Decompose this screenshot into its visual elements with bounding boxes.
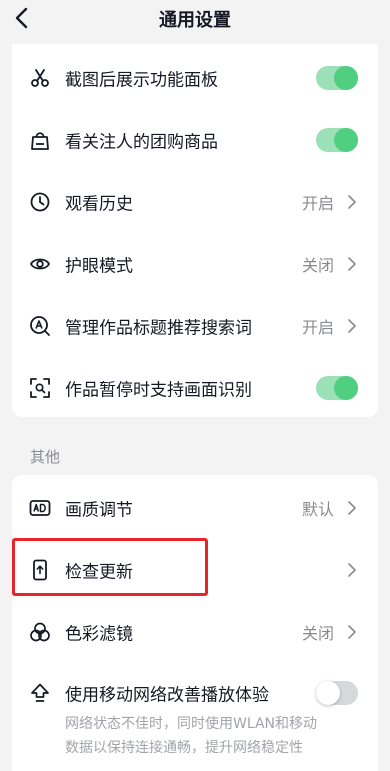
toggle-knob [334,128,358,152]
description-line: 数据以保持连接通畅，提升网络稳定性 [65,740,303,756]
setting-row-color-filter[interactable]: 色彩滤镜 关闭 [12,601,378,663]
setting-value: 开启 [301,194,334,213]
toggle-switch[interactable] [316,681,358,705]
chevron-right-icon [348,563,356,577]
network-description: 网络状态不佳时，同时使用WLAN和移动 数据以保持连接通畅，提升网络稳定性 [65,712,365,760]
nav-bar: 通用设置 [0,0,390,40]
toggle-knob [316,681,340,705]
setting-label: 护眼模式 [65,256,133,277]
toggle-knob [334,376,358,400]
chevron-right-icon [348,319,356,333]
setting-label: 截图后展示功能面板 [65,70,218,91]
setting-label: 画质调节 [65,500,133,521]
toggle-switch[interactable] [316,376,358,400]
toggle-switch[interactable] [316,66,358,90]
upload-arrow-icon [29,682,51,704]
setting-value: 开启 [301,318,334,337]
color-filter-icon [29,621,51,643]
setting-label: 色彩滤镜 [65,624,133,645]
setting-value: 默认 [301,500,334,519]
setting-row-video-quality[interactable]: 画质调节 默认 [12,477,378,539]
setting-value: 关闭 [301,624,334,643]
setting-row-group-buy[interactable]: 看关注人的团购商品 [12,109,378,171]
search-a-icon [29,315,51,337]
setting-row-search-terms[interactable]: 管理作品标题推荐搜索词 开启 [12,295,378,357]
setting-label: 检查更新 [65,562,133,583]
setting-row-screenshot-panel[interactable]: 截图后展示功能面板 [12,47,378,109]
setting-row-frame-recognition[interactable]: 作品暂停时支持画面识别 [12,357,378,419]
chevron-right-icon [348,257,356,271]
scissors-icon [29,67,51,89]
ad-icon [29,497,51,519]
scan-icon [29,377,51,399]
setting-label: 观看历史 [65,194,133,215]
eye-icon [29,253,51,275]
description-line: 网络状态不佳时，同时使用WLAN和移动 [65,716,318,732]
setting-row-watch-history[interactable]: 观看历史 开启 [12,171,378,233]
chevron-right-icon [348,195,356,209]
toggle-knob [334,66,358,90]
section-label-other: 其他 [30,448,61,466]
chevron-right-icon [348,501,356,515]
clock-icon [29,191,51,213]
settings-card-general: 截图后展示功能面板 看关注人的团购商品 观看历史 开启 护眼模式 关闭 管理作品… [12,44,378,417]
page-title: 通用设置 [159,10,231,31]
setting-label: 作品暂停时支持画面识别 [65,380,252,401]
chevron-right-icon [348,625,356,639]
setting-value: 关闭 [301,256,334,275]
setting-label: 使用移动网络改善播放体验 [65,685,269,706]
shopping-bag-icon [29,129,51,151]
setting-row-check-update[interactable]: 检查更新 [12,539,378,601]
setting-row-eye-care[interactable]: 护眼模式 关闭 [12,233,378,295]
setting-label: 看关注人的团购商品 [65,132,218,153]
setting-label: 管理作品标题推荐搜索词 [65,318,252,339]
phone-update-icon [29,559,51,581]
toggle-switch[interactable] [316,128,358,152]
